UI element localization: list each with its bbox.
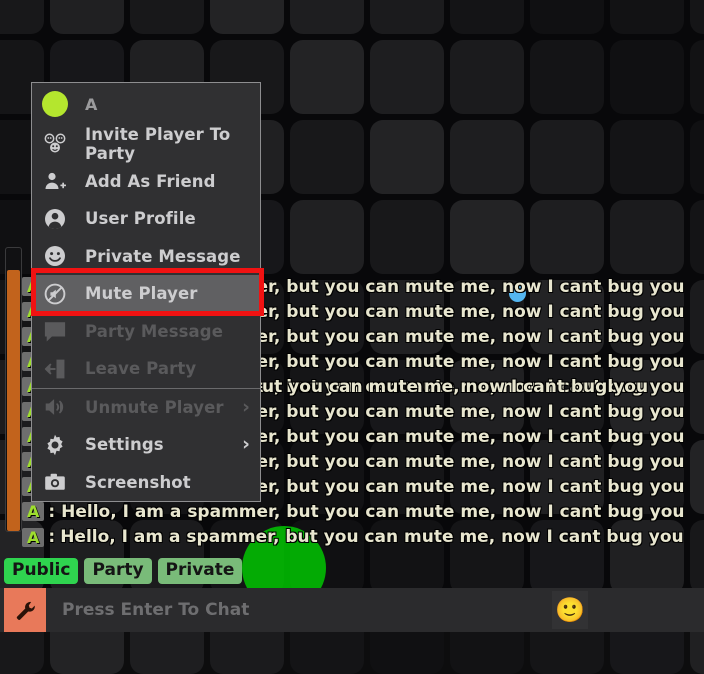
menu-item-label: Add As Friend	[85, 171, 216, 191]
background-tile	[290, 40, 364, 114]
background-tile	[210, 0, 284, 34]
background-tile	[450, 40, 524, 114]
background-tile	[450, 0, 524, 34]
menu-item-label: User Profile	[85, 209, 196, 229]
menu-item-label: Party Message	[85, 321, 223, 341]
background-tile	[290, 200, 364, 274]
chat-current-message-line: A : Hello, I am a spammer, but you can m…	[22, 525, 684, 549]
background-tile	[690, 280, 704, 354]
background-tile	[530, 0, 604, 34]
background-tile	[370, 0, 444, 34]
background-tile	[370, 200, 444, 274]
background-tile	[690, 120, 704, 194]
user-circle-icon	[45, 208, 65, 229]
menu-item-label: Private Message	[85, 246, 241, 266]
chat-tab-public[interactable]: Public	[4, 558, 79, 584]
user-circle-icon	[42, 206, 68, 232]
chat-scrollbar[interactable]	[5, 247, 22, 532]
submenu-chevron-right-icon: ›	[242, 395, 250, 418]
background-tile	[610, 40, 684, 114]
background-tile	[290, 120, 364, 194]
background-tile	[690, 40, 704, 114]
menu-item-add-as-friend[interactable]: Add As Friend	[32, 163, 260, 201]
background-tile	[690, 440, 704, 514]
chat-history-line: A: Hello, I am a spammer, but you can mu…	[22, 499, 685, 524]
menu-item-mute-player[interactable]: Mute Player	[32, 275, 260, 313]
mute-icon	[42, 281, 68, 307]
add-friend-icon	[45, 173, 66, 190]
context-menu-header: A	[32, 83, 260, 125]
menu-item-invite-player-to-party[interactable]: Invite Player To Party	[32, 125, 260, 163]
background-tile	[690, 520, 704, 594]
add-friend-icon	[42, 168, 68, 194]
three-faces-icon	[42, 131, 68, 157]
background-tile	[450, 200, 524, 274]
background-tile	[530, 120, 604, 194]
camera-icon	[45, 474, 65, 491]
background-tile	[370, 40, 444, 114]
chat-history-text: ut you can mute me, now I cant bug you	[262, 376, 649, 397]
background-tile	[690, 360, 704, 434]
chat-separator: :	[48, 527, 56, 547]
submenu-chevron-right-icon: ›	[242, 433, 250, 456]
mute-icon	[44, 283, 66, 305]
chat-tab-party[interactable]: Party	[84, 558, 152, 584]
menu-item-label: Mute Player	[85, 284, 198, 304]
speech-bubble-icon	[44, 322, 66, 342]
background-tile	[530, 40, 604, 114]
background-tile	[450, 120, 524, 194]
menu-item-label: Screenshot	[85, 472, 191, 492]
wrench-icon	[16, 601, 35, 620]
background-tile	[610, 0, 684, 34]
background-tile	[0, 0, 44, 34]
smiley-icon	[45, 246, 65, 267]
chat-scrollbar-thumb[interactable]	[7, 270, 20, 531]
menu-item-label: Invite Player To Party	[85, 124, 231, 163]
player-status-dot	[42, 91, 68, 117]
background-tile	[50, 0, 124, 34]
chat-input-bar[interactable]: Press Enter To Chat 🙂	[0, 588, 704, 632]
menu-item-settings[interactable]: Settings ›	[32, 426, 260, 464]
menu-item-private-message[interactable]: Private Message	[32, 238, 260, 276]
chat-tab-private[interactable]: Private	[157, 558, 243, 584]
background-tile	[370, 120, 444, 194]
background-tile	[290, 0, 364, 34]
menu-item-unmute-player: Unmute Player ›	[32, 389, 260, 427]
chat-channel-tabs[interactable]: Public Party Private	[4, 558, 243, 584]
chat-history-text: : Hello, I am a spammer, but you can mut…	[48, 501, 685, 522]
menu-item-screenshot[interactable]: Screenshot	[32, 464, 260, 502]
speaker-icon	[42, 394, 68, 420]
wrench-settings-button[interactable]	[4, 588, 46, 632]
chat-author-badge: A	[22, 502, 45, 521]
menu-item-label: Leave Party	[85, 359, 197, 379]
chat-history-line-visible: ut you can mute me, now I cant bug you	[262, 374, 648, 399]
chat-message-text: Hello, I am a spammer, but you can mute …	[60, 527, 684, 547]
player-context-menu[interactable]: A Invite Player To Party Add As Friend Use…	[31, 82, 261, 502]
smiley-icon	[42, 243, 68, 269]
gear-icon	[47, 434, 63, 455]
background-tile	[610, 120, 684, 194]
chat-author-badge: A	[22, 527, 45, 547]
speaker-icon	[45, 399, 64, 416]
menu-item-label: Settings	[85, 435, 164, 455]
background-tile	[530, 200, 604, 274]
background-tile	[130, 0, 204, 34]
menu-item-label: Unmute Player	[85, 397, 224, 417]
exit-door-icon	[42, 356, 68, 382]
context-menu-player-name: A	[85, 94, 98, 114]
context-menu-items: Invite Player To Party Add As Friend User …	[32, 125, 260, 501]
three-faces-icon	[44, 133, 66, 153]
gear-icon	[42, 432, 68, 458]
background-tile	[690, 0, 704, 34]
exit-door-icon	[44, 359, 65, 379]
camera-icon	[42, 469, 68, 495]
chat-input-placeholder[interactable]: Press Enter To Chat	[62, 588, 249, 632]
menu-item-user-profile[interactable]: User Profile	[32, 200, 260, 238]
background-tile	[690, 200, 704, 274]
emoji-picker-button[interactable]: 🙂	[552, 591, 588, 629]
menu-item-party-message: Party Message	[32, 313, 260, 351]
menu-item-leave-party: Leave Party	[32, 350, 260, 388]
background-tile	[610, 200, 684, 274]
speech-bubble-icon	[42, 318, 68, 344]
